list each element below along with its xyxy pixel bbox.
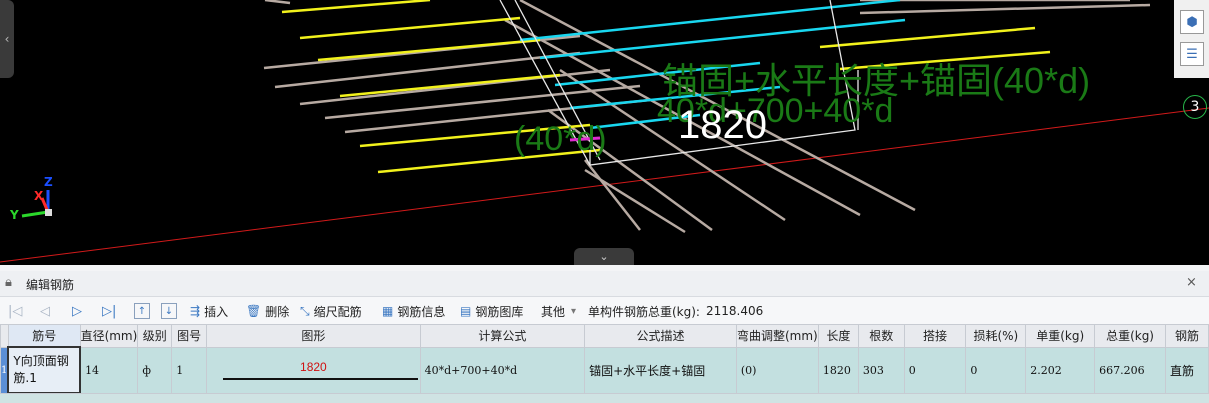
list-icon: ☰ <box>1186 46 1198 62</box>
column-header[interactable]: 总重(kg) <box>1094 324 1166 348</box>
move-down-button[interactable]: ↓ <box>161 303 177 319</box>
rebar-type-cell[interactable]: 直筋 <box>1164 346 1209 394</box>
chevron-down-icon: ⌄ <box>599 250 609 263</box>
chevron-down-icon: ▾ <box>571 305 577 317</box>
shape-preview: 1820 <box>208 348 419 392</box>
insert-label: 插入 <box>204 304 229 319</box>
delete-label: 删除 <box>265 304 290 319</box>
rebar-table: 筋号 直径(mm) 级别 图号 图形 计算公式 公式描述 弯曲调整(mm) 长度… <box>0 324 1209 402</box>
scale-rebar-label: 缩尺配筋 <box>313 304 362 319</box>
cube-view-button[interactable]: ⬢ <box>1180 10 1204 34</box>
table-header-row: 筋号 直径(mm) 级别 图号 图形 计算公式 公式描述 弯曲调整(mm) 长度… <box>0 324 1209 348</box>
column-header[interactable]: 公式描述 <box>584 324 737 348</box>
column-header[interactable]: 计算公式 <box>419 324 586 348</box>
lock-icon[interactable]: 🔒︎ <box>5 275 12 290</box>
insert-icon: ⇶ <box>190 304 201 318</box>
rebar-library-label: 钢筋图库 <box>475 304 524 319</box>
column-header[interactable]: 单重(kg) <box>1025 324 1096 348</box>
description-cell[interactable]: 锚固+水平长度+锚固 <box>584 346 737 394</box>
chevron-left-icon: ‹ <box>4 32 10 46</box>
bend-adjust-cell[interactable]: (0) <box>735 346 819 394</box>
rebar-name-cell[interactable]: Y向顶面钢筋.1 <box>7 346 82 394</box>
formula-cell[interactable]: 40*d+700+40*d <box>419 346 586 394</box>
axis-y-label: Y <box>10 208 19 222</box>
panel-title: 编辑钢筋 <box>26 278 75 292</box>
view-tools-panel: ⬢ ☰ <box>1174 0 1209 78</box>
prev-record-button[interactable]: ◁ <box>40 301 50 321</box>
total-weight-cell[interactable]: 667.206 <box>1094 346 1166 394</box>
column-header[interactable]: 图形 <box>206 324 421 348</box>
grade-cell[interactable]: ф <box>137 346 173 394</box>
next-record-button[interactable]: ▷ <box>72 301 82 321</box>
column-header[interactable]: 筋号 <box>7 324 81 348</box>
column-header[interactable]: 图号 <box>171 324 208 348</box>
scale-rebar-button[interactable]: ⤡ 缩尺配筋 <box>300 301 362 321</box>
scale-icon: ⤡ <box>300 303 310 318</box>
bottom-panel-toggle[interactable]: ⌄ <box>574 248 634 265</box>
left-panel-toggle[interactable]: ‹ <box>0 0 14 78</box>
shape-line <box>223 378 418 380</box>
rebar-toolbar: |◁ ◁ ▷ ▷| ↑ ↓ ⇶ 插入 🗑︎ 删除 ⤡ 缩尺配筋 ▦ 钢筋信息 ▤ 钢筋图库… <box>0 297 1209 324</box>
column-header[interactable]: 钢筋 <box>1164 324 1209 348</box>
rebar-info-label: 钢筋信息 <box>397 304 446 319</box>
first-record-button[interactable]: |◁ <box>8 301 22 321</box>
length-cell[interactable]: 1820 <box>817 346 859 394</box>
grid-icon: ▦ <box>382 304 394 318</box>
shape-cell[interactable]: 1820 <box>206 346 421 394</box>
column-header[interactable]: 直径(mm) <box>79 324 139 348</box>
close-button[interactable]: × <box>1186 275 1197 290</box>
total-weight-value: 2118.406 <box>706 304 764 318</box>
axis-z-label: Z <box>44 175 53 189</box>
other-label: 其他 <box>541 304 566 319</box>
table-row[interactable]: 1 Y向顶面钢筋.1 14 ф 1 1820 40*d+700+40*d 锚固+… <box>0 346 1209 394</box>
lap-cell[interactable]: 0 <box>903 346 967 394</box>
row-header-corner <box>0 324 9 348</box>
column-header[interactable]: 长度 <box>817 324 859 348</box>
trash-icon: 🗑︎ <box>246 304 262 318</box>
other-dropdown[interactable]: 其他 ▾ <box>541 301 576 321</box>
view-number-badge[interactable]: 3 <box>1183 95 1207 119</box>
delete-button[interactable]: 🗑︎ 删除 <box>246 301 289 321</box>
axis-x-label: X <box>34 189 44 203</box>
column-header[interactable]: 弯曲调整(mm) <box>735 324 819 348</box>
rebar-info-button[interactable]: ▦ 钢筋信息 <box>382 301 445 321</box>
unit-weight-cell[interactable]: 2.202 <box>1025 346 1096 394</box>
total-weight-label: 单构件钢筋总重(kg): <box>588 304 700 319</box>
anchor-length-label: (40*d) <box>514 120 607 158</box>
length-label: 1820 <box>678 103 767 147</box>
rebar-library-button[interactable]: ▤ 钢筋图库 <box>460 301 523 321</box>
shape-length: 1820 <box>300 360 327 374</box>
library-icon: ▤ <box>460 304 472 318</box>
edit-rebar-panel-header: 🔒︎ 编辑钢筋 × <box>0 271 1209 297</box>
column-header[interactable]: 搭接 <box>903 324 967 348</box>
row-index[interactable]: 1 <box>0 346 9 394</box>
move-up-button[interactable]: ↑ <box>134 303 150 319</box>
column-header[interactable]: 根数 <box>857 324 905 348</box>
loss-cell[interactable]: 0 <box>965 346 1027 394</box>
column-header[interactable]: 损耗(%) <box>965 324 1027 348</box>
column-header[interactable]: 级别 <box>137 324 173 348</box>
3d-viewport[interactable]: (40*d) 锚固+水平长度+锚固(40*d) 40*d+700+40*d 18… <box>0 0 1209 265</box>
figure-no-cell[interactable]: 1 <box>171 346 208 394</box>
list-view-button[interactable]: ☰ <box>1180 42 1204 66</box>
insert-button[interactable]: ⇶ 插入 <box>190 301 228 321</box>
cube-icon: ⬢ <box>1186 14 1198 30</box>
diameter-cell[interactable]: 14 <box>79 346 139 394</box>
count-cell[interactable]: 303 <box>857 346 905 394</box>
last-record-button[interactable]: ▷| <box>102 301 116 321</box>
